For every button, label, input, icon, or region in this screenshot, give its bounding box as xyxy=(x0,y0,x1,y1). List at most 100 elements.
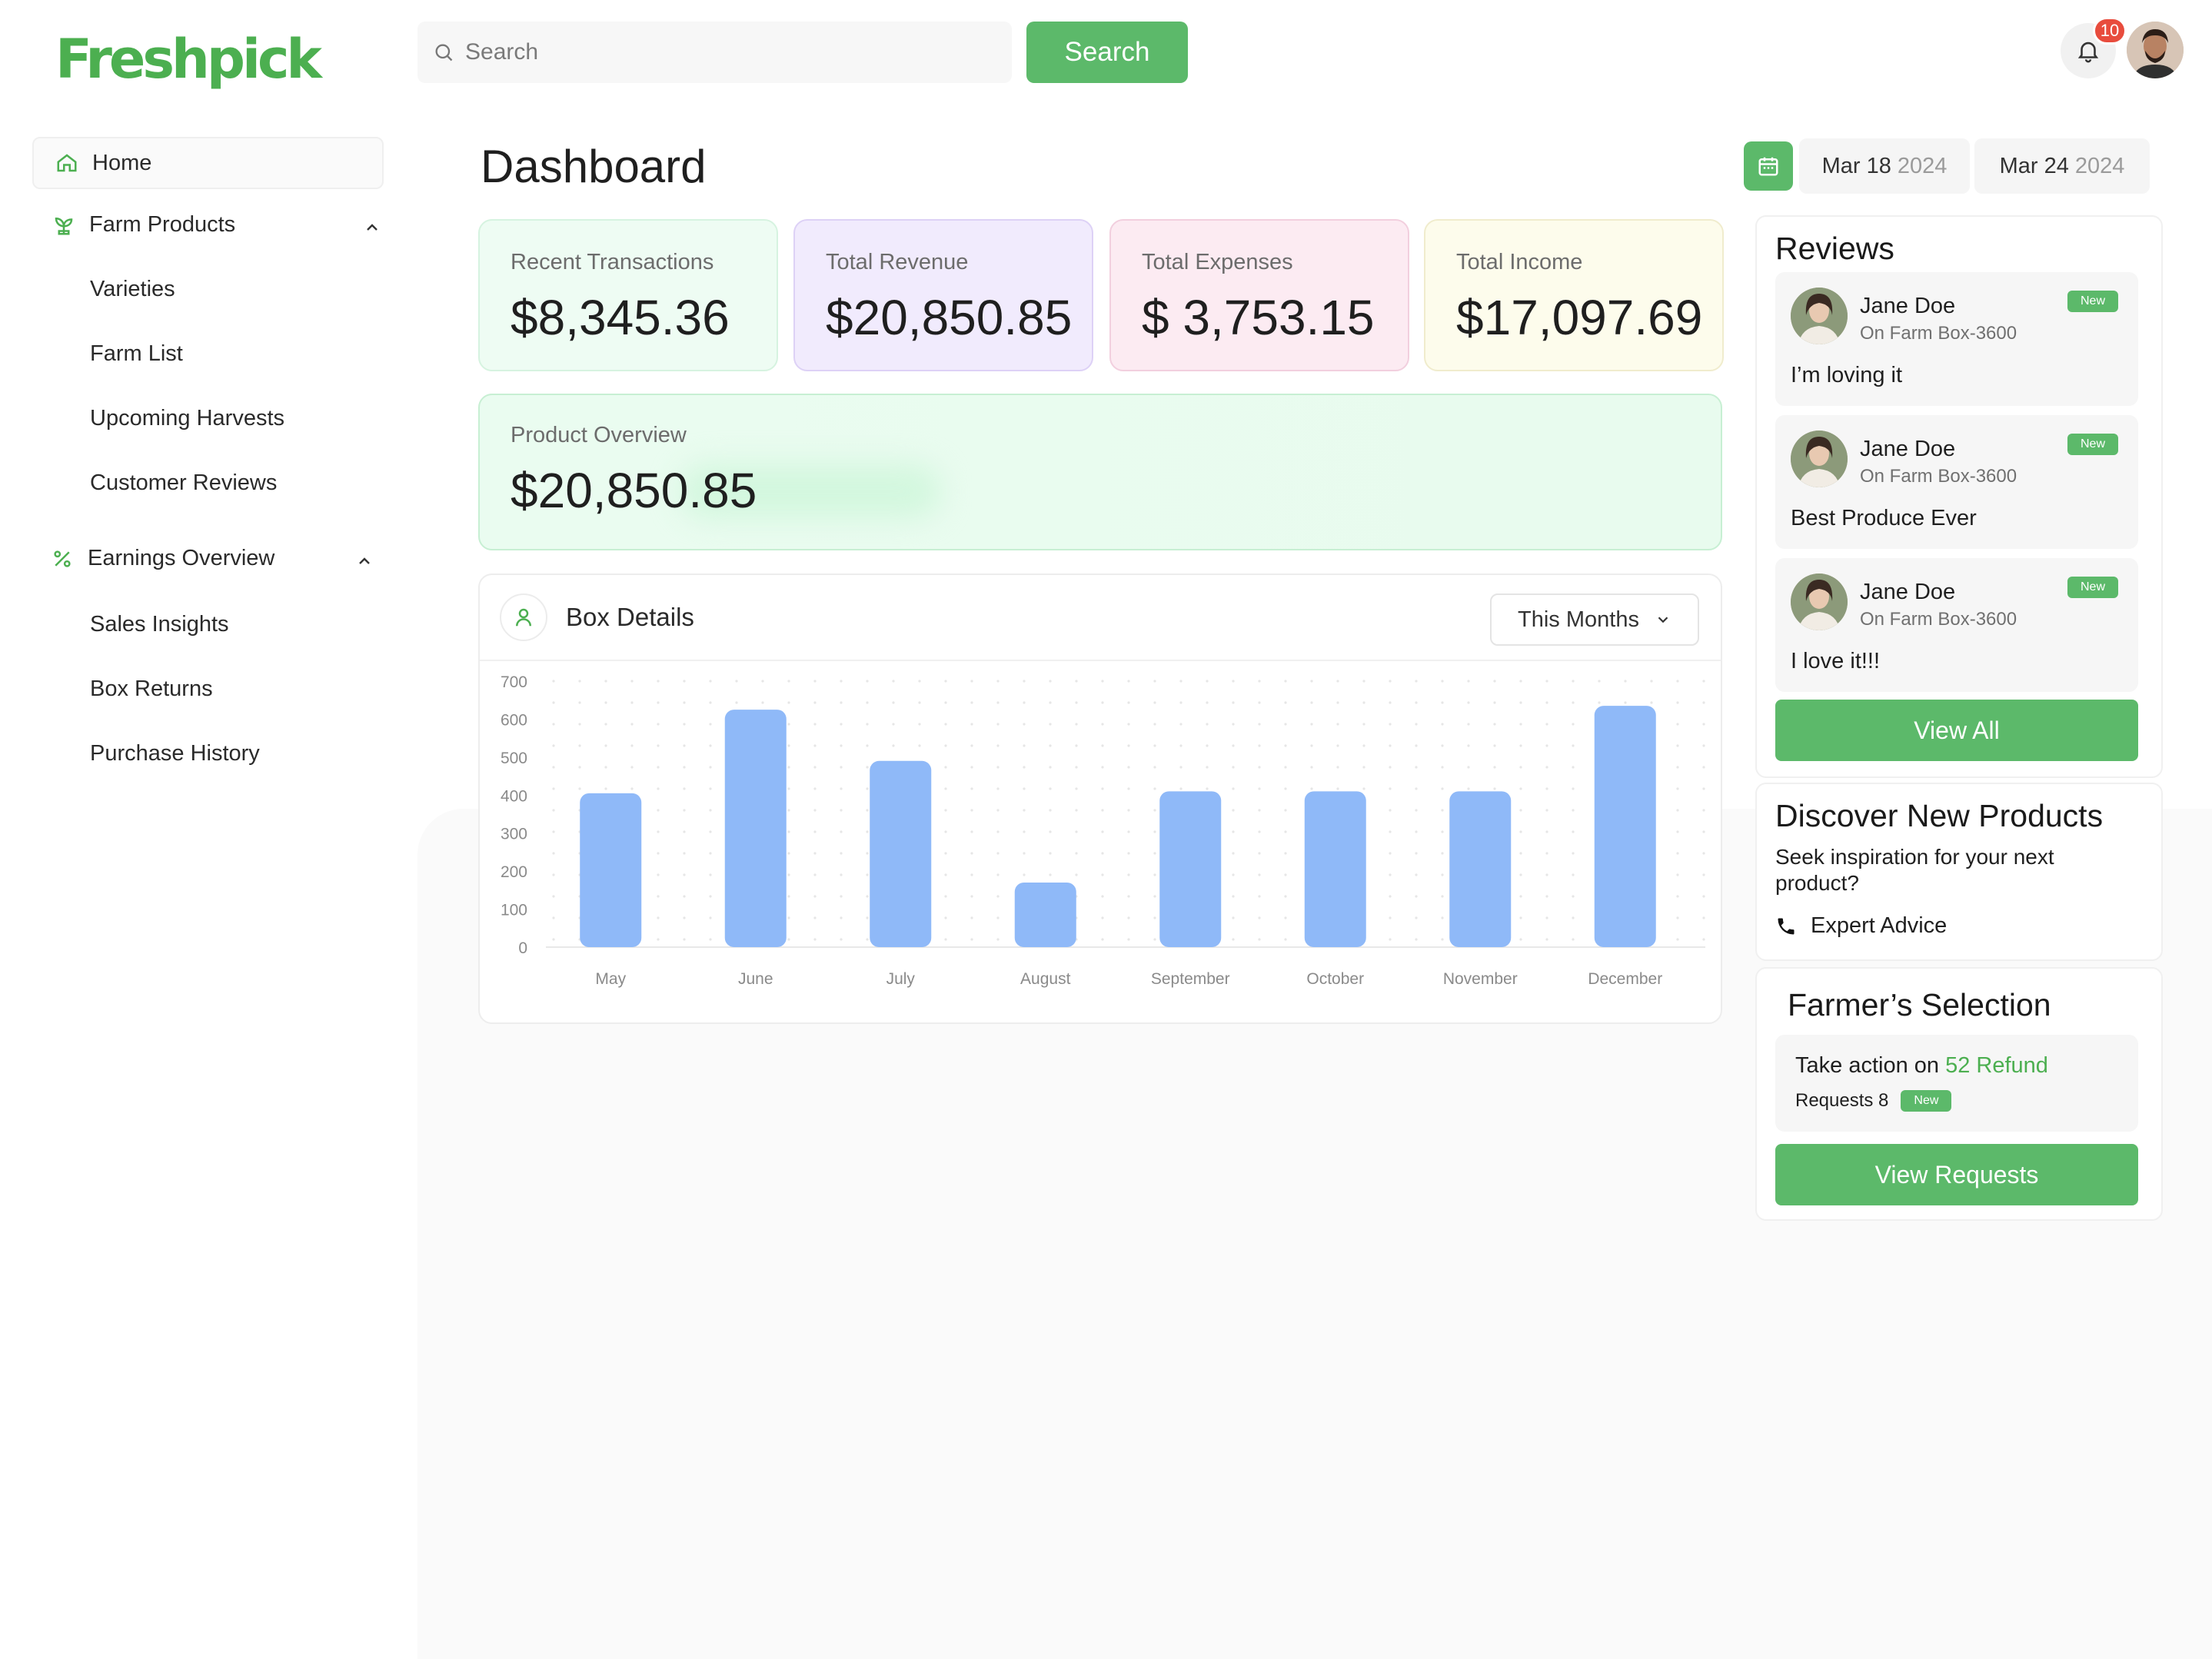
sprout-icon xyxy=(55,217,73,234)
user-avatar[interactable] xyxy=(2127,22,2184,78)
y-tick-label: 200 xyxy=(501,863,527,881)
new-badge: New xyxy=(1901,1090,1952,1112)
sidebar-item-upcoming-harvests[interactable]: Upcoming Harvests xyxy=(90,406,284,431)
requests-count: Requests 8 xyxy=(1795,1090,1889,1111)
date-from[interactable]: Mar 18 2024 xyxy=(1799,138,1970,194)
stat-label: Total Revenue xyxy=(826,250,969,274)
period-dropdown-label: This Months xyxy=(1518,607,1639,632)
y-tick-label: 0 xyxy=(518,939,527,957)
expert-advice-link[interactable]: Expert Advice xyxy=(1775,913,1947,939)
sidebar-item-label: Farm Products xyxy=(89,212,236,237)
overview-label: Product Overview xyxy=(511,423,687,447)
app-logo[interactable]: Freshpick xyxy=(55,28,322,91)
percent-icon xyxy=(54,550,71,567)
chevron-up-icon[interactable] xyxy=(363,218,381,237)
reviewer-name: Jane Doe xyxy=(1860,580,1956,604)
sidebar-item-customer-reviews[interactable]: Customer Reviews xyxy=(90,470,277,496)
view-all-reviews-button[interactable]: View All xyxy=(1775,700,2138,761)
product-overview-card[interactable]: Product Overview $20,850.85 xyxy=(478,394,1722,550)
x-tick-label: June xyxy=(738,970,773,988)
home-icon xyxy=(57,154,77,172)
y-tick-label: 300 xyxy=(501,826,527,843)
sidebar-item-sales-insights[interactable]: Sales Insights xyxy=(90,612,229,637)
discover-products-card: Discover New Products Seek inspiration f… xyxy=(1755,783,2163,961)
reviewer-name: Jane Doe xyxy=(1860,437,1956,461)
chart-bar-december[interactable] xyxy=(1594,706,1656,947)
search-icon xyxy=(435,44,453,62)
stat-value: $17,097.69 xyxy=(1456,290,1703,345)
period-dropdown[interactable]: This Months xyxy=(1490,593,1699,646)
chart-bar-may[interactable] xyxy=(580,793,642,947)
sidebar-item-varieties[interactable]: Varieties xyxy=(90,277,175,302)
sidebar-item-farm-products[interactable]: Farm Products xyxy=(52,212,235,238)
user-icon xyxy=(516,608,531,627)
search-button[interactable]: Search xyxy=(1026,22,1188,83)
refund-action-text: Take action on 52 Refund xyxy=(1795,1053,2048,1078)
chevron-down-icon xyxy=(1658,617,1668,623)
sidebar-item-farm-list[interactable]: Farm List xyxy=(90,341,183,367)
stat-card-recent-transactions[interactable]: Recent Transactions $8,345.36 xyxy=(478,219,778,371)
sidebar-item-earnings-overview[interactable]: Earnings Overview xyxy=(51,546,274,571)
chart-bar-september[interactable] xyxy=(1159,791,1222,947)
calendar-button[interactable] xyxy=(1744,141,1793,191)
x-tick-label: December xyxy=(1588,970,1662,988)
x-tick-label: July xyxy=(886,970,916,988)
y-tick-label: 400 xyxy=(501,787,527,805)
stat-value: $20,850.85 xyxy=(826,290,1073,345)
reviewer-avatar xyxy=(1791,288,1848,344)
review-item[interactable]: Jane Doe On Farm Box-3600 New I love it!… xyxy=(1775,558,2138,692)
chevron-up-icon[interactable] xyxy=(355,552,374,570)
stat-card-total-income[interactable]: Total Income $17,097.69 xyxy=(1424,219,1724,371)
x-tick-label: November xyxy=(1443,970,1518,988)
box-details-icon-wrap xyxy=(500,593,547,641)
reviewer-farm: On Farm Box-3600 xyxy=(1860,323,2017,344)
chart-bar-october[interactable] xyxy=(1304,791,1366,947)
search-bar[interactable] xyxy=(417,22,1012,83)
phone-icon xyxy=(1778,918,1795,934)
y-tick-label: 500 xyxy=(501,750,527,767)
discover-title: Discover New Products xyxy=(1775,798,2104,833)
page-title: Dashboard xyxy=(481,141,707,192)
new-badge: New xyxy=(2067,577,2118,598)
view-requests-button[interactable]: View Requests xyxy=(1775,1144,2138,1205)
stat-label: Total Income xyxy=(1456,250,1583,274)
sidebar-item-purchase-history[interactable]: Purchase History xyxy=(90,741,260,766)
stat-card-total-revenue[interactable]: Total Revenue $20,850.85 xyxy=(793,219,1093,371)
y-tick-label: 100 xyxy=(501,902,527,919)
sidebar-item-home[interactable]: Home xyxy=(32,137,384,189)
requests-row: Requests 8 New xyxy=(1795,1090,1952,1112)
y-tick-label: 700 xyxy=(501,673,527,691)
stat-value: $8,345.36 xyxy=(511,290,730,345)
refund-count[interactable]: 52 Refund xyxy=(1945,1053,2048,1078)
sidebar-item-label: Earnings Overview xyxy=(88,546,275,570)
stat-card-total-expenses[interactable]: Total Expenses $ 3,753.15 xyxy=(1109,219,1409,371)
review-text: I love it!!! xyxy=(1791,649,1881,673)
review-item[interactable]: Jane Doe On Farm Box-3600 New Best Produ… xyxy=(1775,415,2138,549)
box-details-card: Box Details This Months 0 100 200 300 400 500… xyxy=(478,574,1722,1024)
reviews-card: Reviews Jane Doe On Farm Box-3600 New I’… xyxy=(1755,215,2163,778)
calendar-icon xyxy=(1758,157,1778,176)
review-item[interactable]: Jane Doe On Farm Box-3600 New I’m loving… xyxy=(1775,272,2138,406)
notification-count-badge: 10 xyxy=(2093,17,2127,45)
sidebar-item-box-returns[interactable]: Box Returns xyxy=(90,677,213,702)
chart-bar-august[interactable] xyxy=(1014,882,1076,947)
stat-label: Recent Transactions xyxy=(511,250,714,274)
sidebar-item-label: Home xyxy=(92,150,152,175)
chart-bar-june[interactable] xyxy=(724,710,787,947)
farmers-selection-card: Farmer’s Selection Take action on 52 Ref… xyxy=(1755,967,2163,1221)
stat-value: $ 3,753.15 xyxy=(1142,290,1375,345)
farmers-selection-title: Farmer’s Selection xyxy=(1788,987,2051,1022)
reviewer-avatar xyxy=(1791,431,1848,487)
date-to[interactable]: Mar 24 2024 xyxy=(1974,138,2150,194)
refund-panel: Take action on 52 Refund Requests 8 New xyxy=(1775,1035,2138,1132)
chart-bar-july[interactable] xyxy=(870,760,932,947)
x-tick-label: September xyxy=(1151,970,1230,988)
box-details-chart: 0 100 200 300 400 500 600 700 May June July August S… xyxy=(501,673,1705,988)
expert-advice-label: Expert Advice xyxy=(1811,913,1948,938)
chart-bar-november[interactable] xyxy=(1449,791,1512,947)
reviewer-name: Jane Doe xyxy=(1860,294,1956,318)
y-tick-label: 600 xyxy=(501,711,527,729)
reviewer-farm: On Farm Box-3600 xyxy=(1860,609,2017,630)
search-input[interactable] xyxy=(465,39,988,65)
review-text: I’m loving it xyxy=(1791,363,1903,387)
